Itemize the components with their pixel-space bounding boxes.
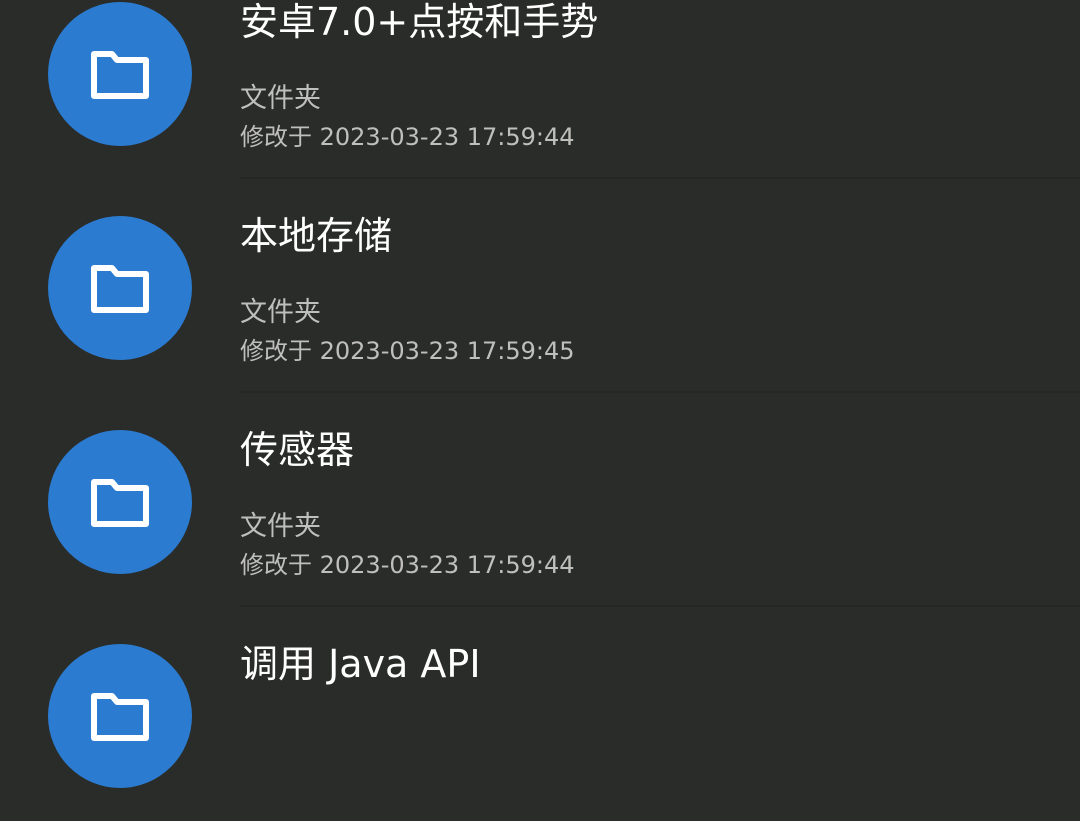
folder-icon-badge [48, 2, 192, 146]
item-modified-time: 修改于 2023-03-23 17:59:44 [240, 123, 575, 151]
folder-icon-badge [48, 644, 192, 788]
item-type: 文件夹 [240, 511, 321, 542]
folder-icon [91, 479, 149, 527]
file-list: 安卓7.0+点按和手势 文件夹 修改于 2023-03-23 17:59:44 … [0, 0, 1080, 821]
list-item[interactable]: 调用 Java API [0, 607, 1080, 821]
item-modified-time: 修改于 2023-03-23 17:59:45 [240, 337, 575, 365]
folder-icon [91, 265, 149, 313]
item-title: 调用 Java API [240, 642, 481, 686]
list-item[interactable]: 本地存储 文件夹 修改于 2023-03-23 17:59:45 [0, 179, 1080, 393]
folder-icon-badge [48, 216, 192, 360]
folder-icon-badge [48, 430, 192, 574]
item-title: 传感器 [240, 428, 355, 472]
list-item[interactable]: 传感器 文件夹 修改于 2023-03-23 17:59:44 [0, 393, 1080, 607]
list-item[interactable]: 安卓7.0+点按和手势 文件夹 修改于 2023-03-23 17:59:44 [0, 0, 1080, 179]
item-modified-time: 修改于 2023-03-23 17:59:44 [240, 551, 575, 579]
item-title: 安卓7.0+点按和手势 [240, 0, 599, 44]
item-type: 文件夹 [240, 83, 321, 114]
folder-icon [91, 51, 149, 99]
item-type: 文件夹 [240, 297, 321, 328]
item-title: 本地存储 [240, 214, 393, 258]
folder-icon [91, 693, 149, 741]
